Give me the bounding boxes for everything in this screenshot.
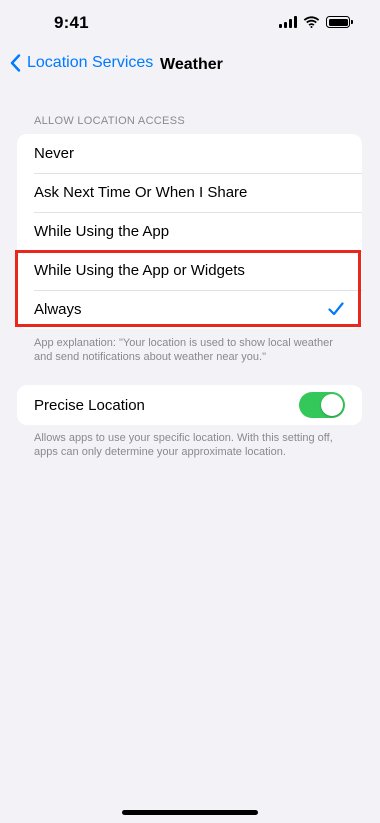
precise-location-toggle[interactable] <box>299 392 345 418</box>
page-title: Weather <box>160 56 223 73</box>
precise-location-row: Precise Location <box>17 385 362 425</box>
precise-location-description: Allows apps to use your specific locatio… <box>34 432 333 458</box>
wifi-icon <box>303 16 320 28</box>
option-always[interactable]: Always <box>17 290 362 329</box>
status-icons <box>279 16 353 28</box>
status-bar: 9:41 <box>0 0 380 46</box>
back-button-label: Location Services <box>27 54 154 71</box>
chevron-left-icon <box>10 54 21 72</box>
status-time: 9:41 <box>54 13 89 32</box>
home-indicator[interactable] <box>122 810 258 815</box>
precise-location-group: Precise Location <box>17 385 362 425</box>
app-explanation-text: App explanation: "Your location is used … <box>34 337 333 363</box>
precise-location-label: Precise Location <box>34 396 145 414</box>
toggle-knob <box>321 394 343 416</box>
option-never[interactable]: Never <box>17 134 362 173</box>
checkmark-icon <box>328 302 344 316</box>
option-label: While Using the App or Widgets <box>34 262 245 279</box>
back-button[interactable]: Location Services <box>10 54 153 72</box>
option-ask-next-time[interactable]: Ask Next Time Or When I Share <box>17 173 362 212</box>
option-label: Always <box>34 301 82 318</box>
option-label: While Using the App <box>34 223 170 240</box>
option-while-using-app-or-widgets[interactable]: While Using the App or Widgets <box>17 251 362 290</box>
nav-bar: Location Services Weather <box>0 46 380 86</box>
location-access-list: Never Ask Next Time Or When I Share Whil… <box>17 134 362 329</box>
option-label: Never <box>34 145 75 162</box>
battery-icon <box>326 16 353 28</box>
option-label: Ask Next Time Or When I Share <box>34 184 248 201</box>
option-while-using-app[interactable]: While Using the App <box>17 212 362 251</box>
signal-icon <box>279 16 297 28</box>
section-header-location-access: ALLOW LOCATION ACCESS <box>34 115 185 127</box>
